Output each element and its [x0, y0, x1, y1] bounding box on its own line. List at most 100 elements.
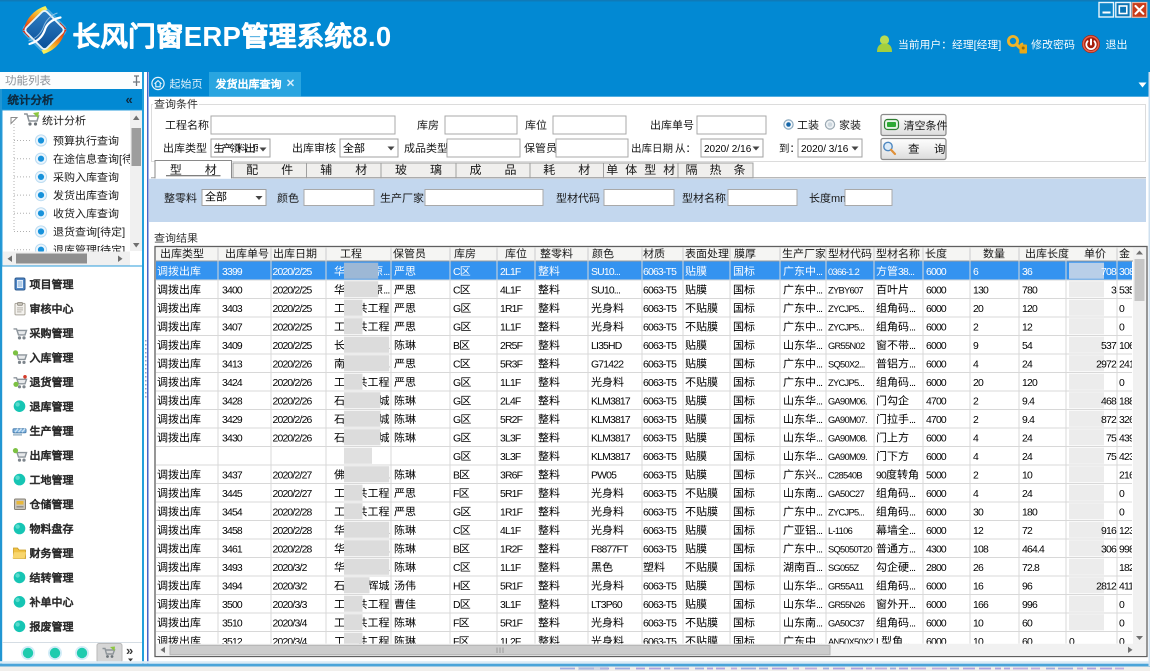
svg-text:2020/3/2: 2020/3/2 — [273, 582, 308, 593]
svg-text:6000: 6000 — [926, 286, 947, 297]
svg-text:6000: 6000 — [926, 619, 947, 630]
svg-text:996: 996 — [1022, 600, 1038, 611]
svg-text:3458: 3458 — [222, 526, 243, 537]
svg-text:...: ... — [909, 489, 915, 500]
svg-text:3430: 3430 — [222, 434, 243, 445]
svg-text:75: 75 — [1106, 434, 1117, 445]
svg-text:3L3F: 3L3F — [500, 434, 521, 445]
svg-text:75: 75 — [1106, 452, 1117, 463]
svg-text:3R6F: 3R6F — [500, 471, 523, 482]
svg-text:3493: 3493 — [222, 563, 243, 574]
svg-text:6063-T5: 6063-T5 — [643, 267, 677, 278]
svg-text:3L3F: 3L3F — [500, 452, 521, 463]
svg-text:24: 24 — [1022, 489, 1033, 500]
svg-text:3445: 3445 — [222, 489, 243, 500]
svg-text:PW05: PW05 — [591, 471, 617, 482]
svg-text:72.8: 72.8 — [1022, 563, 1040, 574]
svg-text:2020/2/26: 2020/2/26 — [273, 378, 313, 389]
svg-text:3494: 3494 — [222, 582, 243, 593]
svg-text:GA50C37: GA50C37 — [828, 619, 864, 629]
svg-text:916: 916 — [1101, 526, 1117, 537]
svg-text:6063-T5: 6063-T5 — [643, 452, 677, 463]
svg-text:...: ... — [909, 378, 915, 389]
svg-text:6000: 6000 — [926, 360, 947, 371]
svg-text:38...: 38... — [898, 267, 914, 278]
svg-text:LI35HD: LI35HD — [591, 341, 622, 352]
svg-text:G: G — [453, 378, 461, 389]
svg-text:[: [ — [119, 154, 122, 166]
svg-text:...: ... — [816, 452, 822, 463]
svg-text:30: 30 — [973, 508, 984, 519]
svg-text:6000: 6000 — [926, 508, 947, 519]
svg-text:20: 20 — [973, 304, 984, 315]
svg-text:»: » — [126, 643, 133, 658]
svg-text:12: 12 — [1022, 323, 1033, 334]
svg-text:...: ... — [816, 563, 822, 574]
svg-text:6000: 6000 — [926, 323, 947, 334]
svg-text:5R2F: 5R2F — [500, 415, 523, 426]
svg-text:6063-T5: 6063-T5 — [643, 545, 677, 556]
svg-text:6000: 6000 — [926, 267, 947, 278]
svg-text:GA90M08.: GA90M08. — [828, 434, 867, 444]
svg-text:2020/3/3: 2020/3/3 — [273, 600, 308, 611]
svg-text:26: 26 — [973, 563, 984, 574]
svg-text:60: 60 — [1022, 619, 1033, 630]
svg-text:LT3P60: LT3P60 — [591, 600, 623, 611]
svg-text:4L1F: 4L1F — [500, 286, 521, 297]
svg-text:2020/2/27: 2020/2/27 — [273, 471, 313, 482]
svg-text:6000: 6000 — [926, 489, 947, 500]
svg-text:1R2F: 1R2F — [500, 545, 523, 556]
svg-text:ZYCJP5...: ZYCJP5... — [828, 508, 864, 518]
svg-text:...: ... — [909, 545, 915, 556]
svg-text:G: G — [453, 323, 461, 334]
svg-text:36: 36 — [1022, 267, 1033, 278]
svg-text:6063-T5: 6063-T5 — [643, 323, 677, 334]
svg-text:4700: 4700 — [926, 415, 947, 426]
svg-text:[: [ — [974, 40, 977, 52]
svg-text:...: ... — [816, 619, 822, 630]
svg-text:6000: 6000 — [926, 304, 947, 315]
svg-text:6000: 6000 — [926, 452, 947, 463]
svg-text:2020/2/28: 2020/2/28 — [273, 508, 313, 519]
svg-text:SU10...: SU10... — [591, 267, 620, 278]
svg-text:ZYCJP5...: ZYCJP5... — [828, 323, 864, 333]
svg-text:2020/2/25: 2020/2/25 — [273, 267, 313, 278]
svg-text:537: 537 — [1101, 341, 1117, 352]
svg-text:3399: 3399 — [222, 267, 243, 278]
svg-text:GA90M09.: GA90M09. — [828, 452, 867, 462]
svg-text:5R1F: 5R1F — [500, 619, 523, 630]
svg-text:G: G — [453, 397, 461, 408]
svg-text:4300: 4300 — [926, 545, 947, 556]
svg-text:...: ... — [909, 415, 915, 426]
svg-text:C28540B: C28540B — [828, 471, 862, 481]
svg-text:872: 872 — [1101, 415, 1117, 426]
svg-text:6063-T5: 6063-T5 — [643, 489, 677, 500]
svg-text:SQ5050T20: SQ5050T20 — [828, 545, 872, 555]
svg-text:...: ... — [383, 267, 389, 278]
svg-text:1L1F: 1L1F — [500, 323, 521, 334]
svg-text:...: ... — [909, 323, 915, 334]
svg-text:...: ... — [816, 286, 822, 297]
svg-text:...: ... — [816, 508, 822, 519]
svg-text:120: 120 — [1022, 378, 1038, 389]
svg-text:411: 411 — [1119, 582, 1134, 593]
svg-text:KLM3817: KLM3817 — [591, 415, 631, 426]
svg-text:KLM3817: KLM3817 — [591, 397, 631, 408]
svg-text:6063-T5: 6063-T5 — [643, 286, 677, 297]
svg-text:2020/3/4: 2020/3/4 — [273, 619, 308, 630]
svg-text:B: B — [453, 545, 460, 556]
svg-text:...: ... — [909, 360, 915, 371]
svg-text:«: « — [126, 92, 133, 107]
svg-text:6000: 6000 — [926, 378, 947, 389]
svg-text:3429: 3429 — [222, 415, 243, 426]
svg-text:3407: 3407 — [222, 323, 243, 334]
svg-text:6063-T5: 6063-T5 — [643, 526, 677, 537]
svg-text:2812: 2812 — [1096, 582, 1117, 593]
svg-text:...: ... — [816, 582, 822, 593]
svg-text:2020/2/28: 2020/2/28 — [273, 526, 313, 537]
svg-text:10: 10 — [1022, 471, 1033, 482]
svg-text:...: ... — [909, 304, 915, 315]
svg-text:2L4F: 2L4F — [500, 397, 521, 408]
svg-text:...: ... — [816, 489, 822, 500]
svg-text:108: 108 — [973, 545, 989, 556]
